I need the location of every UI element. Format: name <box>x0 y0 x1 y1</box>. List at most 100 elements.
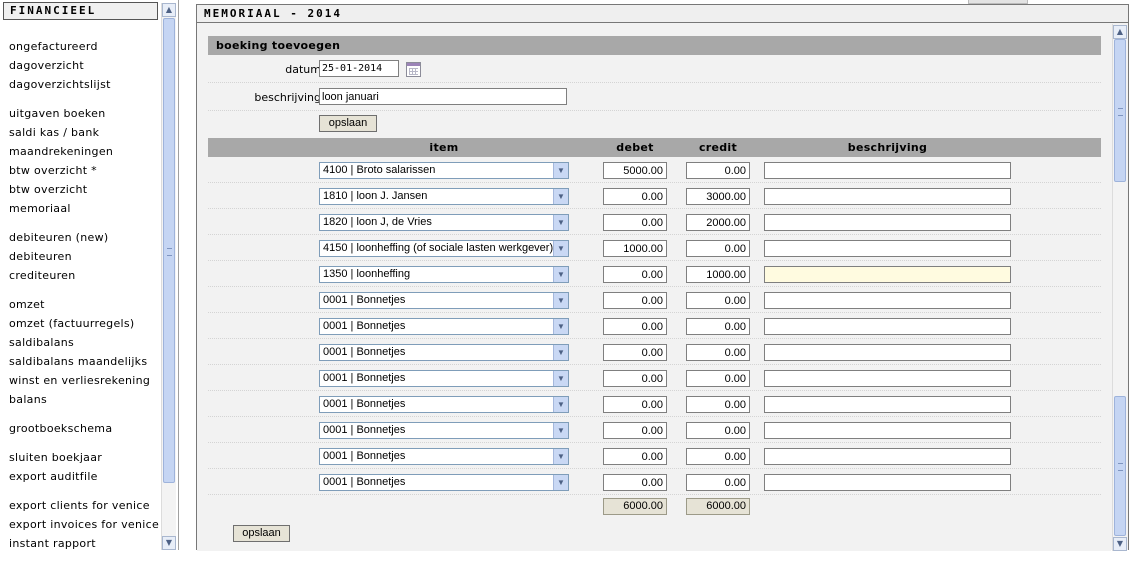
chevron-down-icon[interactable]: ▼ <box>553 345 568 360</box>
row-beschrijving-field[interactable] <box>764 422 1011 439</box>
credit-field[interactable] <box>686 474 750 491</box>
row-beschrijving-field[interactable] <box>764 214 1011 231</box>
row-beschrijving-field[interactable] <box>764 474 1011 491</box>
sidebar-item[interactable]: saldibalans <box>9 333 161 352</box>
beschrijving-field[interactable] <box>319 88 567 105</box>
debet-field[interactable] <box>603 162 667 179</box>
datum-field[interactable] <box>319 60 399 77</box>
credit-field[interactable] <box>686 188 750 205</box>
chevron-down-icon[interactable]: ▼ <box>1113 537 1127 551</box>
chevron-down-icon[interactable]: ▼ <box>553 449 568 464</box>
sidebar-item[interactable]: dagoverzichtslijst <box>9 75 161 94</box>
sidebar-item[interactable]: winst en verliesrekening <box>9 371 161 390</box>
sidebar-item[interactable]: btw overzicht <box>9 180 161 199</box>
chevron-down-icon[interactable]: ▼ <box>553 319 568 334</box>
chevron-down-icon[interactable]: ▼ <box>553 189 568 204</box>
debet-field[interactable] <box>603 344 667 361</box>
chevron-down-icon[interactable]: ▼ <box>553 215 568 230</box>
sidebar-item[interactable]: omzet <box>9 295 161 314</box>
chevron-down-icon[interactable]: ▼ <box>553 163 568 178</box>
credit-field[interactable] <box>686 162 750 179</box>
calendar-icon[interactable] <box>406 62 421 77</box>
sidebar-item[interactable]: saldi kas / bank <box>9 123 161 142</box>
debet-field[interactable] <box>603 240 667 257</box>
sidebar-item[interactable]: grootboekschema <box>9 419 161 438</box>
chevron-down-icon[interactable]: ▼ <box>553 423 568 438</box>
row-beschrijving-field[interactable] <box>764 396 1011 413</box>
item-select[interactable]: 0001 | Bonnetjes ▼ <box>319 318 569 335</box>
sidebar-scrollbar[interactable]: ▲ ▼ <box>161 3 176 550</box>
chevron-down-icon[interactable]: ▼ <box>553 397 568 412</box>
debet-field[interactable] <box>603 448 667 465</box>
sidebar-item[interactable]: ongefactureerd <box>9 37 161 56</box>
save-button-bottom[interactable]: opslaan <box>233 525 290 542</box>
main-scroll-thumb-bottom[interactable] <box>1114 396 1126 536</box>
sidebar-item[interactable]: saldibalans maandelijks <box>9 352 161 371</box>
debet-field[interactable] <box>603 422 667 439</box>
debet-field[interactable] <box>603 292 667 309</box>
chevron-up-icon[interactable]: ▲ <box>162 3 176 17</box>
chevron-down-icon[interactable]: ▼ <box>553 475 568 490</box>
sidebar-scroll-thumb[interactable] <box>163 18 175 483</box>
item-select[interactable]: 0001 | Bonnetjes ▼ <box>319 422 569 439</box>
credit-field[interactable] <box>686 292 750 309</box>
credit-field[interactable] <box>686 422 750 439</box>
save-button[interactable]: opslaan <box>319 115 377 132</box>
credit-field[interactable] <box>686 448 750 465</box>
debet-field[interactable] <box>603 266 667 283</box>
sidebar-item[interactable]: export invoices for venice <box>9 515 161 534</box>
chevron-down-icon[interactable]: ▼ <box>553 293 568 308</box>
chevron-down-icon[interactable]: ▼ <box>553 267 568 282</box>
sidebar-item[interactable]: dagoverzicht <box>9 56 161 75</box>
item-select[interactable]: 4150 | loonheffing (of sociale lasten we… <box>319 240 569 257</box>
chevron-up-icon[interactable]: ▲ <box>1113 25 1127 39</box>
sidebar-item[interactable]: crediteuren <box>9 266 161 285</box>
sidebar-item[interactable]: memoriaal <box>9 199 161 218</box>
sidebar-item[interactable]: balans <box>9 390 161 409</box>
chevron-down-icon[interactable]: ▼ <box>553 371 568 386</box>
credit-field[interactable] <box>686 214 750 231</box>
item-select[interactable]: 0001 | Bonnetjes ▼ <box>319 474 569 491</box>
sidebar-item[interactable]: maandrekeningen <box>9 142 161 161</box>
sidebar-item[interactable]: uitgaven boeken <box>9 104 161 123</box>
row-beschrijving-field[interactable] <box>764 162 1011 179</box>
item-select[interactable]: 0001 | Bonnetjes ▼ <box>319 344 569 361</box>
sidebar-item[interactable]: omzet (factuurregels) <box>9 314 161 333</box>
row-beschrijving-field[interactable] <box>764 318 1011 335</box>
main-scrollbar[interactable]: ▲ ▼ <box>1112 24 1127 551</box>
credit-field[interactable] <box>686 240 750 257</box>
item-select[interactable]: 0001 | Bonnetjes ▼ <box>319 448 569 465</box>
item-select[interactable]: 4100 | Broto salarissen ▼ <box>319 162 569 179</box>
debet-field[interactable] <box>603 318 667 335</box>
credit-field[interactable] <box>686 318 750 335</box>
debet-field[interactable] <box>603 214 667 231</box>
row-beschrijving-field[interactable] <box>764 188 1011 205</box>
item-select[interactable]: 1810 | loon J. Jansen ▼ <box>319 188 569 205</box>
credit-field[interactable] <box>686 266 750 283</box>
chevron-down-icon[interactable]: ▼ <box>162 536 176 550</box>
item-select[interactable]: 0001 | Bonnetjes ▼ <box>319 370 569 387</box>
credit-field[interactable] <box>686 370 750 387</box>
row-beschrijving-field[interactable] <box>764 240 1011 257</box>
item-select[interactable]: 0001 | Bonnetjes ▼ <box>319 396 569 413</box>
row-beschrijving-field[interactable] <box>764 448 1011 465</box>
sidebar-item[interactable]: instant rapport <box>9 534 161 553</box>
chevron-down-icon[interactable]: ▼ <box>553 241 568 256</box>
item-select[interactable]: 1350 | loonheffing ▼ <box>319 266 569 283</box>
sidebar-item[interactable]: debiteuren (new) <box>9 228 161 247</box>
debet-field[interactable] <box>603 396 667 413</box>
sidebar-item[interactable]: debiteuren <box>9 247 161 266</box>
item-select[interactable]: 1820 | loon J, de Vries ▼ <box>319 214 569 231</box>
sidebar-item[interactable]: sluiten boekjaar <box>9 448 161 467</box>
row-beschrijving-field[interactable] <box>764 344 1011 361</box>
row-beschrijving-field[interactable] <box>764 370 1011 387</box>
item-select[interactable]: 0001 | Bonnetjes ▼ <box>319 292 569 309</box>
sidebar-item[interactable]: btw overzicht * <box>9 161 161 180</box>
sidebar-item[interactable]: export auditfile <box>9 467 161 486</box>
main-scroll-thumb-top[interactable] <box>1114 39 1126 182</box>
debet-field[interactable] <box>603 188 667 205</box>
credit-field[interactable] <box>686 396 750 413</box>
row-beschrijving-field[interactable] <box>764 292 1011 309</box>
sidebar-item[interactable]: export clients for venice <box>9 496 161 515</box>
credit-field[interactable] <box>686 344 750 361</box>
